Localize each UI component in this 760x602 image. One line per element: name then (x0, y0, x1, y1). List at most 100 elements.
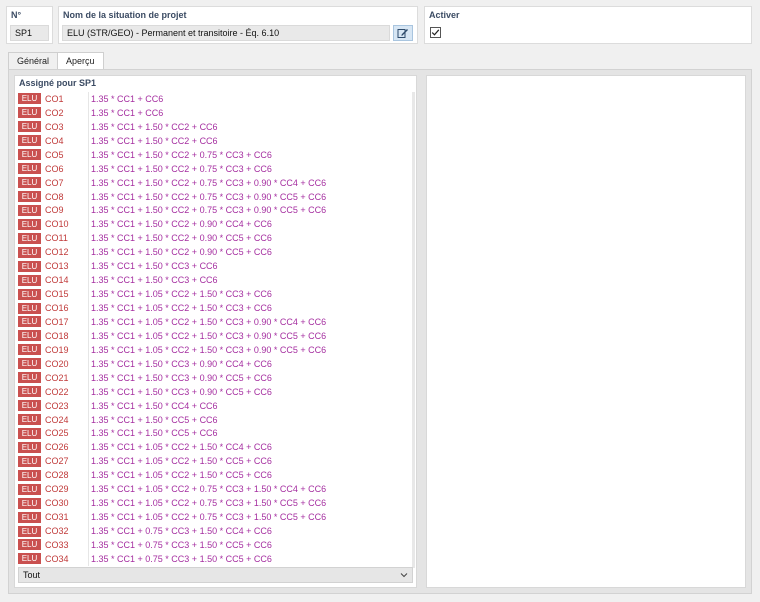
list-item[interactable]: ELU CO20 1.35 * CC1 + 1.50 * CC3 + 0.90 * … (18, 356, 413, 371)
combination-code: CO12 (45, 247, 69, 258)
list-item[interactable]: ELU CO24 1.35 * CC1 + 1.50 * CC5 + CC6 (18, 412, 413, 427)
activate-panel: Activer (424, 6, 752, 44)
tab-apercu[interactable]: Aperçu (57, 52, 104, 70)
tab-bar: Général Aperçu (8, 52, 104, 70)
column-divider (88, 217, 89, 232)
combination-code: CO32 (45, 526, 69, 537)
activate-label: Activer (429, 10, 460, 20)
list-item[interactable]: ELU CO31 1.35 * CC1 + 1.05 * CC2 + 0.75 * … (18, 510, 413, 525)
combination-code: CO30 (45, 498, 69, 509)
list-item[interactable]: ELU CO21 1.35 * CC1 + 1.50 * CC3 + 0.90 * … (18, 370, 413, 385)
column-divider (88, 398, 89, 413)
column-divider (88, 147, 89, 162)
list-item[interactable]: ELU CO18 1.35 * CC1 + 1.05 * CC2 + 1.50 * … (18, 328, 413, 343)
elu-badge: ELU (18, 135, 41, 147)
elu-badge: ELU (18, 260, 41, 272)
column-divider (88, 440, 89, 455)
combination-formula: 1.35 * CC1 + 1.05 * CC2 + 1.50 * CC3 + C… (91, 289, 272, 300)
list-item[interactable]: ELU CO32 1.35 * CC1 + 0.75 * CC3 + 1.50 * … (18, 524, 413, 538)
elu-badge: ELU (18, 441, 41, 453)
list-item[interactable]: ELU CO34 1.35 * CC1 + 0.75 * CC3 + 1.50 * … (18, 551, 413, 566)
elu-badge: ELU (18, 191, 41, 203)
list-item[interactable]: ELU CO2 1.35 * CC1 + CC6 (18, 105, 413, 120)
filter-value: Tout (23, 570, 41, 580)
list-item[interactable]: ELU CO17 1.35 * CC1 + 1.05 * CC2 + 1.50 * … (18, 315, 413, 329)
list-item[interactable]: ELU CO5 1.35 * CC1 + 1.50 * CC2 + 0.75 * C… (18, 147, 413, 162)
list-item[interactable]: ELU CO16 1.35 * CC1 + 1.05 * CC2 + 1.50 * … (18, 301, 413, 315)
list-item[interactable]: ELU CO15 1.35 * CC1 + 1.05 * CC2 + 1.50 * … (18, 287, 413, 302)
list-item[interactable]: ELU CO1 1.35 * CC1 + CC6 (18, 92, 413, 106)
list-item[interactable]: ELU CO29 1.35 * CC1 + 1.05 * CC2 + 0.75 * … (18, 482, 413, 497)
column-divider (88, 92, 89, 106)
column-divider (88, 482, 89, 497)
combination-code: CO29 (45, 484, 69, 495)
column-divider (88, 315, 89, 329)
combination-code: CO24 (45, 414, 69, 425)
list-item[interactable]: ELU CO3 1.35 * CC1 + 1.50 * CC2 + CC6 (18, 119, 413, 134)
list-item[interactable]: ELU CO9 1.35 * CC1 + 1.50 * CC2 + 0.75 * C… (18, 203, 413, 218)
filter-select[interactable]: Tout (18, 567, 413, 583)
combination-formula: 1.35 * CC1 + 1.50 * CC2 + CC6 (91, 121, 218, 132)
combination-code: CO23 (45, 400, 69, 411)
combination-code: CO33 (45, 539, 69, 550)
activate-checkbox[interactable] (430, 27, 441, 38)
number-field[interactable]: SP1 (10, 25, 49, 41)
name-field[interactable]: ELU (STR/GEO) - Permanent et transitoire… (62, 25, 390, 41)
edit-name-button[interactable] (393, 25, 413, 41)
list-item[interactable]: ELU CO19 1.35 * CC1 + 1.05 * CC2 + 1.50 * … (18, 342, 413, 357)
list-item[interactable]: ELU CO8 1.35 * CC1 + 1.50 * CC2 + 0.75 * C… (18, 189, 413, 204)
combination-code: CO28 (45, 470, 69, 481)
list-item[interactable]: ELU CO27 1.35 * CC1 + 1.05 * CC2 + 1.50 * … (18, 454, 413, 469)
elu-badge: ELU (18, 386, 41, 398)
list-item[interactable]: ELU CO4 1.35 * CC1 + 1.50 * CC2 + CC6 (18, 133, 413, 148)
edit-icon (397, 28, 408, 38)
combination-code: CO7 (45, 177, 64, 188)
list-item[interactable]: ELU CO6 1.35 * CC1 + 1.50 * CC2 + 0.75 * C… (18, 161, 413, 176)
elu-badge: ELU (18, 218, 41, 230)
list-item[interactable]: ELU CO7 1.35 * CC1 + 1.50 * CC2 + 0.75 * C… (18, 175, 413, 190)
list-item[interactable]: ELU CO14 1.35 * CC1 + 1.50 * CC3 + CC6 (18, 273, 413, 288)
list-item[interactable]: ELU CO30 1.35 * CC1 + 1.05 * CC2 + 0.75 * … (18, 496, 413, 511)
combination-formula: 1.35 * CC1 + 1.50 * CC2 + CC6 (91, 135, 218, 146)
elu-badge: ELU (18, 427, 41, 439)
column-divider (88, 301, 89, 315)
combination-formula: 1.35 * CC1 + 1.05 * CC2 + 1.50 * CC5 + C… (91, 456, 272, 467)
combination-code: CO1 (45, 93, 64, 104)
column-divider (88, 259, 89, 274)
combination-code: CO27 (45, 456, 69, 467)
combination-code: CO4 (45, 135, 64, 146)
elu-badge: ELU (18, 330, 41, 342)
assigned-title: Assigné pour SP1 (19, 78, 97, 88)
combination-code: CO14 (45, 275, 69, 286)
column-divider (88, 231, 89, 246)
combination-formula: 1.35 * CC1 + 1.50 * CC5 + CC6 (91, 428, 218, 439)
column-divider (88, 328, 89, 343)
combination-formula: 1.35 * CC1 + 1.05 * CC2 + 1.50 * CC5 + C… (91, 470, 272, 481)
column-divider (88, 273, 89, 288)
list-item[interactable]: ELU CO28 1.35 * CC1 + 1.05 * CC2 + 1.50 * … (18, 468, 413, 483)
combination-code: CO3 (45, 121, 64, 132)
combination-code: CO5 (45, 149, 64, 160)
elu-badge: ELU (18, 400, 41, 412)
elu-badge: ELU (18, 163, 41, 175)
list-item[interactable]: ELU CO10 1.35 * CC1 + 1.50 * CC2 + 0.90 * … (18, 217, 413, 232)
combination-code: CO10 (45, 219, 69, 230)
column-divider (88, 175, 89, 190)
list-item[interactable]: ELU CO25 1.35 * CC1 + 1.50 * CC5 + CC6 (18, 426, 413, 441)
list-scrollbar[interactable] (412, 92, 415, 568)
list-item[interactable]: ELU CO12 1.35 * CC1 + 1.50 * CC2 + 0.90 * … (18, 245, 413, 260)
list-item[interactable]: ELU CO11 1.35 * CC1 + 1.50 * CC2 + 0.90 * … (18, 231, 413, 246)
tab-general[interactable]: Général (8, 52, 59, 69)
combination-formula: 1.35 * CC1 + CC6 (91, 93, 164, 104)
list-item[interactable]: ELU CO23 1.35 * CC1 + 1.50 * CC4 + CC6 (18, 398, 413, 413)
combination-formula: 1.35 * CC1 + 1.50 * CC3 + CC6 (91, 261, 218, 272)
list-item[interactable]: ELU CO22 1.35 * CC1 + 1.50 * CC3 + 0.90 * … (18, 384, 413, 399)
combination-formula: 1.35 * CC1 + 0.75 * CC3 + 1.50 * CC5 + C… (91, 539, 272, 550)
combination-code: CO21 (45, 372, 69, 383)
combination-formula: 1.35 * CC1 + 0.75 * CC3 + 1.50 * CC4 + C… (91, 526, 272, 537)
list-item[interactable]: ELU CO13 1.35 * CC1 + 1.50 * CC3 + CC6 (18, 259, 413, 274)
list-item[interactable]: ELU CO33 1.35 * CC1 + 0.75 * CC3 + 1.50 * … (18, 538, 413, 552)
column-divider (88, 551, 89, 566)
list-item[interactable]: ELU CO26 1.35 * CC1 + 1.05 * CC2 + 1.50 * … (18, 440, 413, 455)
column-divider (88, 119, 89, 134)
